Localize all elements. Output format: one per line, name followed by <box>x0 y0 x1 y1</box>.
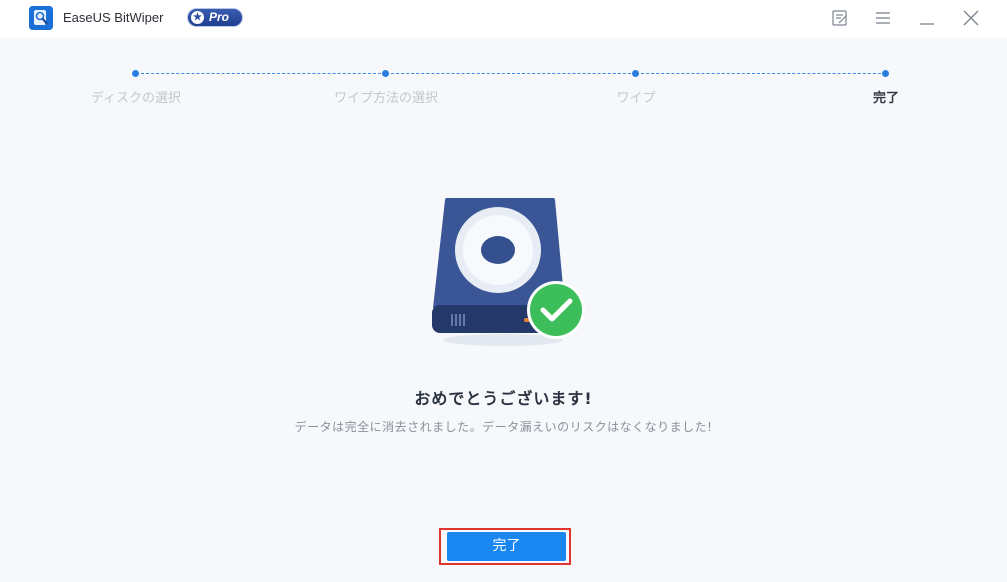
step-progress: ディスクの選択 ワイプ方法の選択 ワイプ 完了 <box>0 60 1007 110</box>
title-bar: EaseUS BitWiper ★ Pro <box>0 0 1007 38</box>
minimize-button[interactable] <box>917 8 937 28</box>
hard-drive-success-icon <box>425 190 595 355</box>
pro-badge: ★ Pro <box>187 8 243 27</box>
minimize-icon <box>920 23 934 25</box>
menu-icon <box>876 12 890 24</box>
step-dot <box>882 70 889 77</box>
step-connector <box>136 73 386 74</box>
success-message: データは完全に消去されました。データ漏えいのリスクはなくなりました! <box>294 420 713 434</box>
close-button[interactable] <box>961 8 981 28</box>
step-label-complete: 完了 <box>872 91 900 106</box>
step-label-select-disk: ディスクの選択 <box>90 91 182 106</box>
step-label-select-method: ワイプ方法の選択 <box>333 91 439 106</box>
close-icon <box>963 10 979 26</box>
step-label-wipe: ワイプ <box>616 91 656 106</box>
app-logo-icon <box>29 6 53 30</box>
star-icon: ★ <box>191 11 204 24</box>
step-dot <box>632 70 639 77</box>
step-dot <box>382 70 389 77</box>
success-heading: おめでとうございます! <box>414 389 593 408</box>
app-title: EaseUS BitWiper <box>63 10 164 25</box>
pro-badge-label: Pro <box>209 10 230 24</box>
step-connector <box>636 73 886 74</box>
step-connector <box>386 73 636 74</box>
feedback-icon <box>832 10 847 26</box>
done-button[interactable]: 完了 <box>447 532 566 561</box>
feedback-button[interactable] <box>830 8 850 28</box>
menu-button[interactable] <box>873 8 893 28</box>
step-dot <box>132 70 139 77</box>
